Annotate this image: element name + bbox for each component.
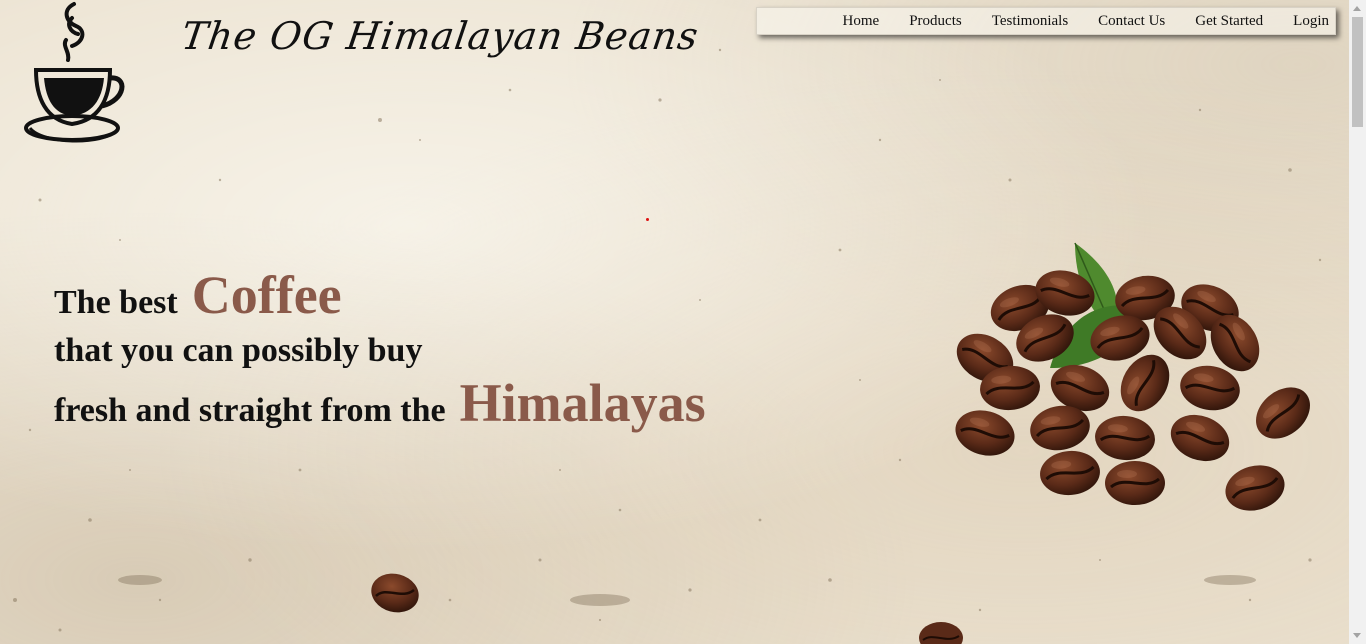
scroll-up-icon[interactable] [1353, 6, 1361, 11]
scroll-down-icon[interactable] [1353, 633, 1361, 638]
coffee-beans-image [946, 242, 1322, 519]
scroll-thumb[interactable] [1352, 17, 1363, 127]
hero-accent-coffee: Coffee [191, 265, 342, 325]
hero-accent-himalayas: Himalayas [459, 373, 706, 433]
coffee-bean-icon [371, 573, 419, 613]
nav-products[interactable]: Products [909, 13, 962, 30]
hero-line-3-text: fresh and straight from the [54, 392, 446, 429]
nav-login[interactable]: Login [1293, 13, 1329, 30]
cursor-dot [646, 218, 649, 221]
landing-page: The OG Himalayan Beans Home Products Tes… [0, 0, 1349, 644]
coffee-bean-icon [919, 622, 963, 644]
nav-get-started[interactable]: Get Started [1195, 13, 1263, 30]
hero-line-3: fresh and straight from the Himalayas [54, 376, 706, 430]
hero-line-1: The best Coffee [54, 268, 342, 322]
hero-line-2: that you can possibly buy [54, 334, 422, 368]
site-title: The OG Himalayan Beans [178, 14, 702, 58]
main-navbar: Home Products Testimonials Contact Us Ge… [756, 7, 1336, 35]
nav-contact-us[interactable]: Contact Us [1098, 13, 1165, 30]
coffee-cup-icon[interactable] [22, 0, 130, 150]
hero-line-2-text: that you can possibly buy [54, 332, 423, 369]
nav-home[interactable]: Home [843, 13, 880, 30]
nav-testimonials[interactable]: Testimonials [992, 13, 1068, 30]
hero-line-1-text: The best [54, 284, 178, 321]
vertical-scrollbar[interactable] [1349, 0, 1366, 644]
